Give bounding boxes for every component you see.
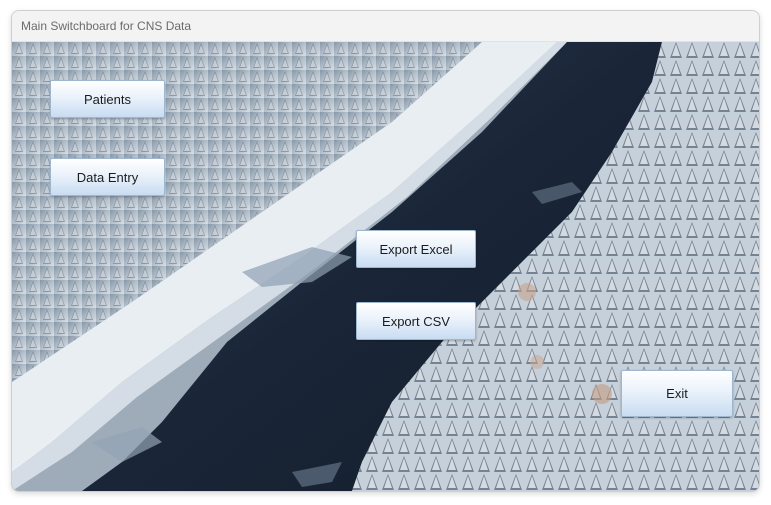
export-csv-button[interactable]: Export CSV — [356, 302, 476, 340]
patients-button[interactable]: Patients — [50, 80, 165, 118]
export-excel-button[interactable]: Export Excel — [356, 230, 476, 268]
data-entry-button[interactable]: Data Entry — [50, 158, 165, 196]
exit-button[interactable]: Exit — [621, 370, 733, 417]
switchboard-window: Main Switchboard for CNS Data Patients D… — [11, 10, 760, 492]
window-title: Main Switchboard for CNS Data — [21, 19, 192, 33]
title-bar[interactable]: Main Switchboard for CNS Data — [12, 11, 759, 42]
background-image: Patients Data Entry Export Excel Export … — [12, 42, 759, 491]
